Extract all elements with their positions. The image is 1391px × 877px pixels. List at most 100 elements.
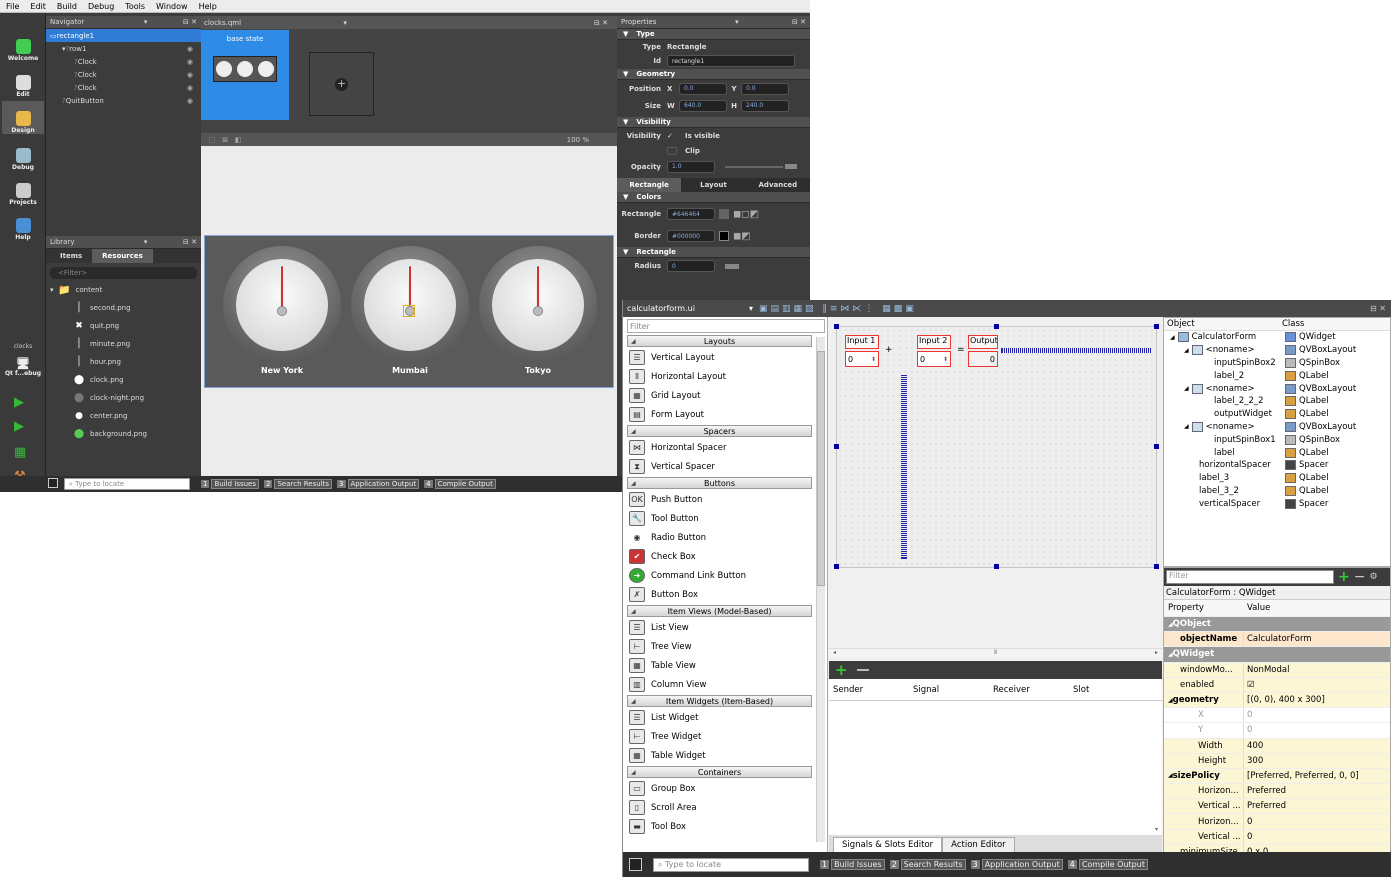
visibility-eye-icon[interactable]: ◉ <box>187 45 193 53</box>
toolbar-icons[interactable]: ⬚ ⊠ ◧ <box>209 136 241 144</box>
navigator-item[interactable]: ? Clock ◉ <box>46 68 201 81</box>
property-value[interactable]: NonModal <box>1244 665 1289 675</box>
resource-item[interactable]: ⬤ clock-night.png <box>46 389 201 407</box>
zoom-level[interactable]: 100 % <box>567 136 589 144</box>
visibility-eye-icon[interactable]: ◉ <box>187 58 193 66</box>
colors-section[interactable]: ▼ Colors <box>617 192 810 203</box>
navigator-item[interactable]: ? Clock ◉ <box>46 81 201 94</box>
radius-slider[interactable] <box>725 263 739 269</box>
navigator-item[interactable]: ▾ ? row1 ◉ <box>46 42 201 55</box>
widget-radio-button[interactable]: ◉ Radio Button <box>623 528 827 547</box>
output-widget[interactable]: 0 <box>968 351 998 367</box>
class-column[interactable]: Class <box>1282 319 1304 329</box>
object-row[interactable]: label_2_2_2 QLabel <box>1164 395 1390 408</box>
is-visible-checkbox[interactable]: ✓ <box>667 132 685 140</box>
object-row[interactable]: ◢ <noname> QVBoxLayout <box>1164 382 1390 395</box>
property-row[interactable]: Vertical ... 0 <box>1164 829 1390 845</box>
sidebar-toggle-icon[interactable] <box>629 858 642 871</box>
widget-table-view[interactable]: ▦ Table View <box>623 656 827 675</box>
property-value[interactable]: 0 <box>1244 817 1252 827</box>
output-pane-compile-output[interactable]: 4 Compile Output <box>424 479 496 489</box>
resource-item[interactable]: ✖ quit.png <box>46 317 201 335</box>
widget-category-layouts[interactable]: Layouts <box>627 335 812 347</box>
resource-item[interactable]: ▾ 📁 content <box>46 281 201 299</box>
y-field[interactable]: 0.0 <box>741 82 789 95</box>
widget-list-widget[interactable]: ☰ List Widget <box>623 708 827 727</box>
designer-locator-input[interactable]: ⌕ Type to locate <box>653 857 809 872</box>
document-name[interactable]: clocks.qml <box>204 19 241 27</box>
widget-tool-box[interactable]: ▬ Tool Box <box>623 817 827 836</box>
expand-arrow-icon[interactable]: ◢ <box>1184 385 1189 392</box>
opacity-slider[interactable] <box>725 165 783 168</box>
clock-dial[interactable] <box>223 246 341 364</box>
output-pane-search-results[interactable]: 2 Search Results <box>889 859 966 870</box>
remove-connection-button[interactable] <box>857 669 869 671</box>
property-filter-input[interactable]: Filter <box>1166 570 1334 584</box>
input2-spinbox[interactable]: 0 ⬍ <box>917 351 951 367</box>
navigator-item[interactable]: ▭ rectangle1 <box>46 29 201 42</box>
widget-category-spacers[interactable]: Spacers <box>627 425 812 437</box>
editor-controls-icon[interactable]: ⊟ ✕ <box>594 19 614 27</box>
resize-handle[interactable] <box>834 324 839 329</box>
visibility-eye-icon[interactable]: ◉ <box>187 84 193 92</box>
widget-check-box[interactable]: ✔ Check Box <box>623 547 827 566</box>
widget-horizontal-layout[interactable]: ⦀ Horizontal Layout <box>623 367 827 386</box>
output-pane-compile-output[interactable]: 4 Compile Output <box>1067 859 1148 870</box>
property-value[interactable]: 0 <box>1244 832 1252 842</box>
output-pane-application-output[interactable]: 3 Application Output <box>337 479 420 489</box>
property-row[interactable]: ◢ QWidget <box>1164 647 1390 663</box>
equals-label[interactable]: = <box>957 345 965 355</box>
visibility-section[interactable]: ▼ Visibility <box>617 117 810 128</box>
expand-arrow-icon[interactable]: ◢ <box>1170 334 1175 341</box>
plus-label[interactable]: + <box>885 345 893 355</box>
object-row[interactable]: label_3_2 QLabel <box>1164 485 1390 498</box>
border-color-swatch[interactable] <box>719 231 729 241</box>
property-row[interactable]: ◢ geometry [(0, 0), 400 x 300] <box>1164 692 1390 709</box>
border-color-field[interactable]: #000000 <box>667 230 715 242</box>
resize-handle[interactable] <box>1154 444 1159 449</box>
wrench-icon[interactable]: ⚙ <box>1369 572 1377 582</box>
tab-resources[interactable]: Resources <box>92 249 153 263</box>
calculator-form[interactable]: Input 1 0 ⬍ + Input 2 0 ⬍ = Output 0 <box>834 324 1159 569</box>
widget-category-item-widgets-item-based[interactable]: Item Widgets (Item-Based) <box>627 695 812 707</box>
clip-checkbox[interactable] <box>667 146 677 155</box>
radius-field[interactable]: 0 <box>667 260 715 272</box>
object-column[interactable]: Object <box>1164 319 1282 329</box>
visibility-eye-icon[interactable]: ◉ <box>187 97 193 105</box>
property-value[interactable]: ☑ <box>1244 680 1255 690</box>
resize-handle[interactable] <box>1154 324 1159 329</box>
rectangle-section[interactable]: ▼ Rectangle <box>617 247 810 258</box>
menu-window[interactable]: Window <box>156 2 188 11</box>
resize-handle[interactable] <box>834 564 839 569</box>
add-connection-button[interactable]: + <box>835 661 848 679</box>
panel-controls-icon[interactable]: ▾ ⊟ ✕ <box>144 238 197 246</box>
sidebar-toggle-icon[interactable] <box>48 478 58 488</box>
signals-column-slot[interactable]: Slot <box>1069 685 1149 695</box>
add-property-button[interactable]: + <box>1338 569 1350 585</box>
widget-scroll-area[interactable]: ▯ Scroll Area <box>623 798 827 817</box>
property-row[interactable]: objectName CalculatorForm <box>1164 632 1390 648</box>
panel-controls-icon[interactable]: ▾ ⊟ ✕ <box>735 18 806 26</box>
property-value[interactable]: 0 <box>1244 725 1252 735</box>
property-row[interactable]: X0 <box>1164 708 1390 724</box>
tab-signals-slots[interactable]: Signals & Slots Editor <box>833 837 943 852</box>
resource-item[interactable]: ⬤ clock.png <box>46 371 201 389</box>
scene-rectangle[interactable]: New York Mumbai Tokyo <box>204 235 614 388</box>
width-field[interactable]: 640.0 <box>679 99 727 112</box>
expand-arrow-icon[interactable]: ◢ <box>1184 347 1189 354</box>
widget-filter-input[interactable]: Filter <box>627 319 825 333</box>
window-controls-icon[interactable]: ⊟ ✕ <box>1370 304 1386 313</box>
expand-arrow-icon[interactable]: ◢ <box>1184 423 1189 430</box>
property-column[interactable]: Property <box>1164 600 1244 616</box>
geometry-section[interactable]: ▼ Geometry <box>617 69 810 80</box>
resource-item[interactable]: ● center.png <box>46 407 201 425</box>
value-column[interactable]: Value <box>1244 603 1270 613</box>
gradient-buttons[interactable]: ◼◻◩ <box>733 209 759 220</box>
object-row[interactable]: outputWidget QLabel <box>1164 408 1390 421</box>
widget-box-scrollbar[interactable] <box>816 337 825 842</box>
navigator-item[interactable]: ? QuitButton ◉ <box>46 94 201 107</box>
property-value[interactable]: Preferred <box>1244 786 1286 796</box>
resource-item[interactable]: │ second.png <box>46 299 201 317</box>
widget-vertical-spacer[interactable]: ⧗ Vertical Spacer <box>623 457 827 476</box>
widget-button-box[interactable]: ✗ Button Box <box>623 585 827 604</box>
